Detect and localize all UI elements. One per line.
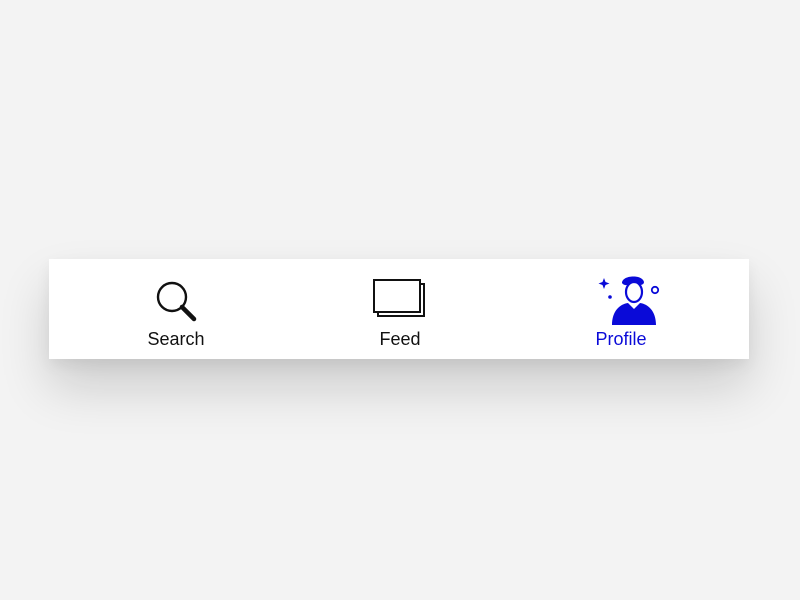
- stacked-cards-icon: [373, 279, 425, 317]
- tab-search-label: Search: [147, 329, 205, 349]
- bottom-tab-bar: Search Feed Profile: [49, 259, 749, 359]
- user-sparkle-icon: [598, 276, 660, 325]
- tab-feed-label: Feed: [379, 329, 421, 349]
- search-icon: [156, 281, 197, 322]
- tab-search[interactable]: Search: [86, 259, 266, 359]
- tab-profile[interactable]: Profile: [531, 259, 711, 359]
- tab-profile-label: Profile: [595, 329, 647, 349]
- tab-feed[interactable]: Feed: [310, 259, 490, 359]
